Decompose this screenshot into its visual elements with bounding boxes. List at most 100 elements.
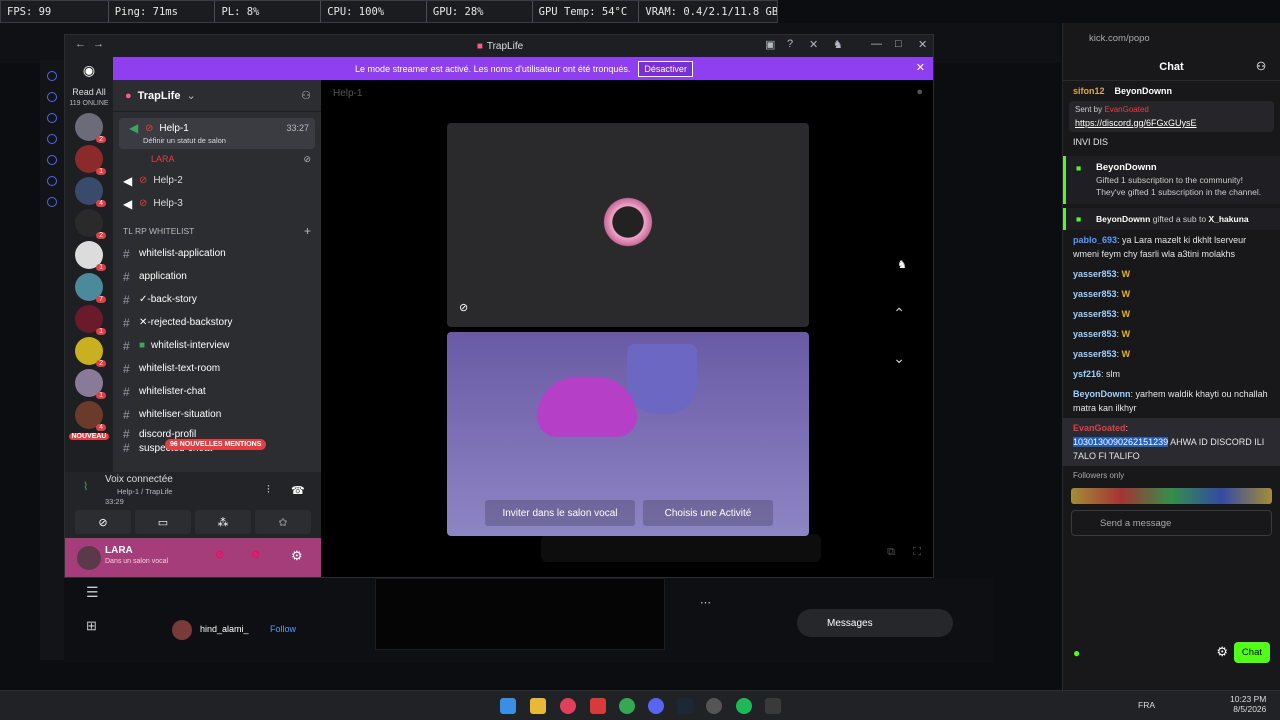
pinned-link[interactable]: https://discord.gg/6FGxGUysE [1075,118,1268,128]
channel-item[interactable]: # whitelist-application [113,242,321,265]
spotify-icon[interactable] [736,698,752,714]
server-icon[interactable]: 1 [75,145,106,175]
channel-help-1[interactable]: ◀ ⊘ Help-1 33:27 Définir un statut de sa… [119,118,315,149]
server-header[interactable]: ● TrapLife ⌄ ⚇ [113,80,321,112]
channel-item[interactable]: # whitelist-text-room [113,357,321,380]
inbox-icon[interactable]: ▣ [765,38,775,51]
channel-item[interactable]: # whitelister-chat [113,380,321,403]
soundboard-icon[interactable]: ✿ [255,510,311,534]
chat-bubble-icon[interactable]: ● [916,86,923,98]
fullscreen-icon[interactable]: ⛶ [913,546,921,559]
app-icon[interactable] [590,698,606,714]
sidebar-icon[interactable] [47,71,57,81]
pinned-user[interactable]: sifon12 [1073,84,1105,98]
users-icon[interactable]: ⚇ [1256,60,1266,73]
server-icon[interactable]: 1 [75,241,106,271]
emote-bar[interactable] [1071,488,1272,504]
chevron-up-icon[interactable]: ⌃ [893,305,905,322]
streamer-avatar[interactable] [172,620,192,640]
streamer-mode-icon[interactable]: ♞ [897,258,907,271]
close-icon[interactable]: ✕ [918,38,927,51]
disable-streamer-button[interactable]: Désactiver [638,60,693,77]
channel-item[interactable]: # ✓-back-story [113,288,321,311]
sidebar-icon[interactable] [47,113,57,123]
read-all-button[interactable]: Read All [65,87,113,97]
maximize-icon[interactable]: □ [895,38,902,50]
chrome-icon[interactable] [619,698,635,714]
gift-sub-user[interactable]: BeyonDownn [1096,214,1150,224]
sidebar-icon[interactable] [47,92,57,102]
mic-muted-icon[interactable]: ⊘ [215,548,237,568]
screen-share-icon[interactable]: ▭ [135,510,191,534]
streamer-icon[interactable]: ♞ [833,38,843,51]
discord-logo-icon[interactable]: ◉ [65,57,113,83]
more-icon[interactable]: ⋯ [700,596,711,609]
channel-help-2[interactable]: ◀ ⊘ Help-2 [113,169,321,192]
camera-off-icon[interactable]: ⊘ [75,510,131,534]
send-message-input[interactable]: Send a message [1071,510,1272,536]
sidebar-icon[interactable] [47,134,57,144]
file-explorer-icon[interactable] [530,698,546,714]
deafen-icon[interactable]: ⊘ [251,548,273,568]
sidebar-icon[interactable] [47,197,57,207]
mentions-badge[interactable]: 96 NOUVELLES MENTIONS [165,439,267,450]
avatar[interactable] [77,546,101,570]
add-channel-icon[interactable]: + [304,224,311,238]
tools-icon[interactable]: ✕ [809,38,818,51]
chat-username[interactable]: pablo_693 [1073,235,1117,245]
server-icon[interactable]: 4 [75,401,106,431]
server-icon[interactable]: 7 [75,273,106,303]
activities-icon[interactable]: ⁂ [195,510,251,534]
clock[interactable]: 10:23 PM 8/5/2026 [1230,694,1266,714]
discord-icon[interactable] [648,698,664,714]
chat-username[interactable]: EvanGoated [1073,423,1126,433]
noise-suppression-icon[interactable]: ⫶ [267,484,270,497]
channel-item[interactable]: # whiteliser-situation [113,403,321,426]
follow-link[interactable]: Follow [270,624,296,634]
channel-item[interactable]: # ✕-rejected-backstory [113,311,321,334]
gift-sub-target[interactable]: X_hakuna [1208,214,1248,224]
popout-icon[interactable]: ⧉ [887,546,895,559]
chat-username[interactable]: BeyonDownn [1073,389,1131,399]
pinned-author[interactable]: EvanGoated [1104,105,1148,114]
server-icon[interactable]: 1 [75,369,106,399]
server-icon[interactable]: 4 [75,177,106,207]
grid-icon[interactable]: ⊞ [86,618,97,634]
server-icon[interactable]: 2 [75,337,106,367]
pinned-user2[interactable]: BeyonDownn [1115,84,1173,98]
chat-username[interactable]: yasser853 [1073,309,1117,319]
participant-tile[interactable]: ⊘ [447,123,809,327]
invite-voice-button[interactable]: Inviter dans le salon vocal [485,500,635,526]
category-header[interactable]: TL RP WHITELIST + [113,219,321,242]
start-icon[interactable] [500,698,516,714]
chat-username[interactable]: yasser853 [1073,329,1117,339]
sidebar-icon[interactable] [47,155,57,165]
chat-send-button[interactable]: Chat [1233,642,1270,663]
chat-username[interactable]: ysf216 [1073,369,1101,379]
sidebar-icon[interactable] [47,176,57,186]
menu-icon[interactable]: ☰ [86,584,99,601]
help-icon[interactable]: ? [787,38,793,50]
call-controls[interactable] [541,534,821,562]
chat-username[interactable]: yasser853 [1073,289,1117,299]
channel-status[interactable]: Définir un statut de salon [119,136,315,145]
disconnect-icon[interactable]: ☎ [291,484,305,497]
voice-member[interactable]: LARA ⊘ [113,149,321,169]
chat-settings-icon[interactable]: ⚙ [1216,644,1228,660]
forward-arrow-icon[interactable]: → [93,38,104,50]
server-icon[interactable]: 1 [75,305,106,335]
channel-item[interactable]: # application [113,265,321,288]
streamer-name[interactable]: hind_alami_ [200,624,249,634]
chat-username[interactable]: yasser853 [1073,349,1117,359]
back-arrow-icon[interactable]: ← [75,38,86,50]
messages-pill[interactable]: Messages [797,609,953,637]
chevron-down-icon[interactable]: ⌄ [893,350,905,367]
app-icon[interactable] [765,698,781,714]
chat-username[interactable]: yasser853 [1073,269,1117,279]
add-member-icon[interactable]: ⚇ [301,89,311,102]
choose-activity-button[interactable]: Choisis une Activité [643,500,773,526]
voice-channel[interactable]: Help-1 / TrapLife [117,487,172,496]
server-icon[interactable]: 2 [75,113,106,143]
url-bar[interactable]: kick.com/popo [1063,23,1280,53]
channel-item[interactable]: # ■ whitelist-interview [113,334,321,357]
